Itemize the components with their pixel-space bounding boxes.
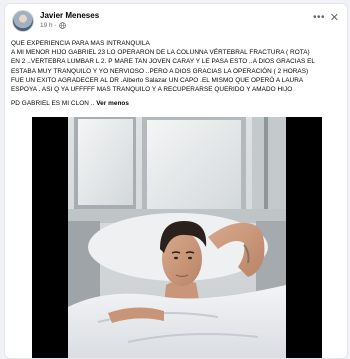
post-time[interactable]: 19 h	[40, 22, 53, 29]
author-name[interactable]: Javier Meneses	[40, 11, 99, 20]
post-text-line: A MI MENOR HIJO GABRIEL 23 LO OPERARON D…	[11, 49, 310, 57]
post-photo[interactable]	[68, 117, 286, 359]
post-text-line: ESPOYA . ASI Q YA UFFFFF MAS TRANQUILO Y…	[11, 86, 293, 94]
post-text-ps: PD GABRIEL ES MI CLON ..	[11, 100, 95, 108]
post-text-line: EN 2 ..VERTEBRA LUMBAR L 2. P MARE TAN J…	[11, 58, 316, 66]
post-text-line: QUE EXPERIENCIA PARA MAS INTRANQUILA	[11, 40, 150, 47]
post-text-line: FUE UN EXITO AGRADECER AL DR .Alberto Sa…	[11, 76, 304, 84]
post-text-last-line: PD GABRIEL ES MI CLON .. Ver menos	[11, 99, 343, 108]
post-text: QUE EXPERIENCIA PARA MAS INTRANQUILA A M…	[11, 39, 343, 108]
close-icon[interactable]: ✕	[330, 11, 339, 24]
avatar[interactable]	[12, 10, 34, 32]
see-less-link[interactable]: Ver menos	[96, 100, 129, 107]
post-header: Javier Meneses 19 h · ••• ✕	[12, 10, 341, 34]
post-meta: 19 h ·	[40, 22, 66, 29]
post-photo-container[interactable]	[32, 117, 322, 359]
more-options-icon[interactable]: •••	[313, 12, 325, 23]
globe-icon	[59, 22, 66, 29]
post-card: Javier Meneses 19 h · ••• ✕ QUE EXPERIEN…	[4, 3, 348, 359]
post-text-line: ESTABA MUY TRANQUILO Y YO NERVIOSO ..PER…	[11, 67, 309, 75]
